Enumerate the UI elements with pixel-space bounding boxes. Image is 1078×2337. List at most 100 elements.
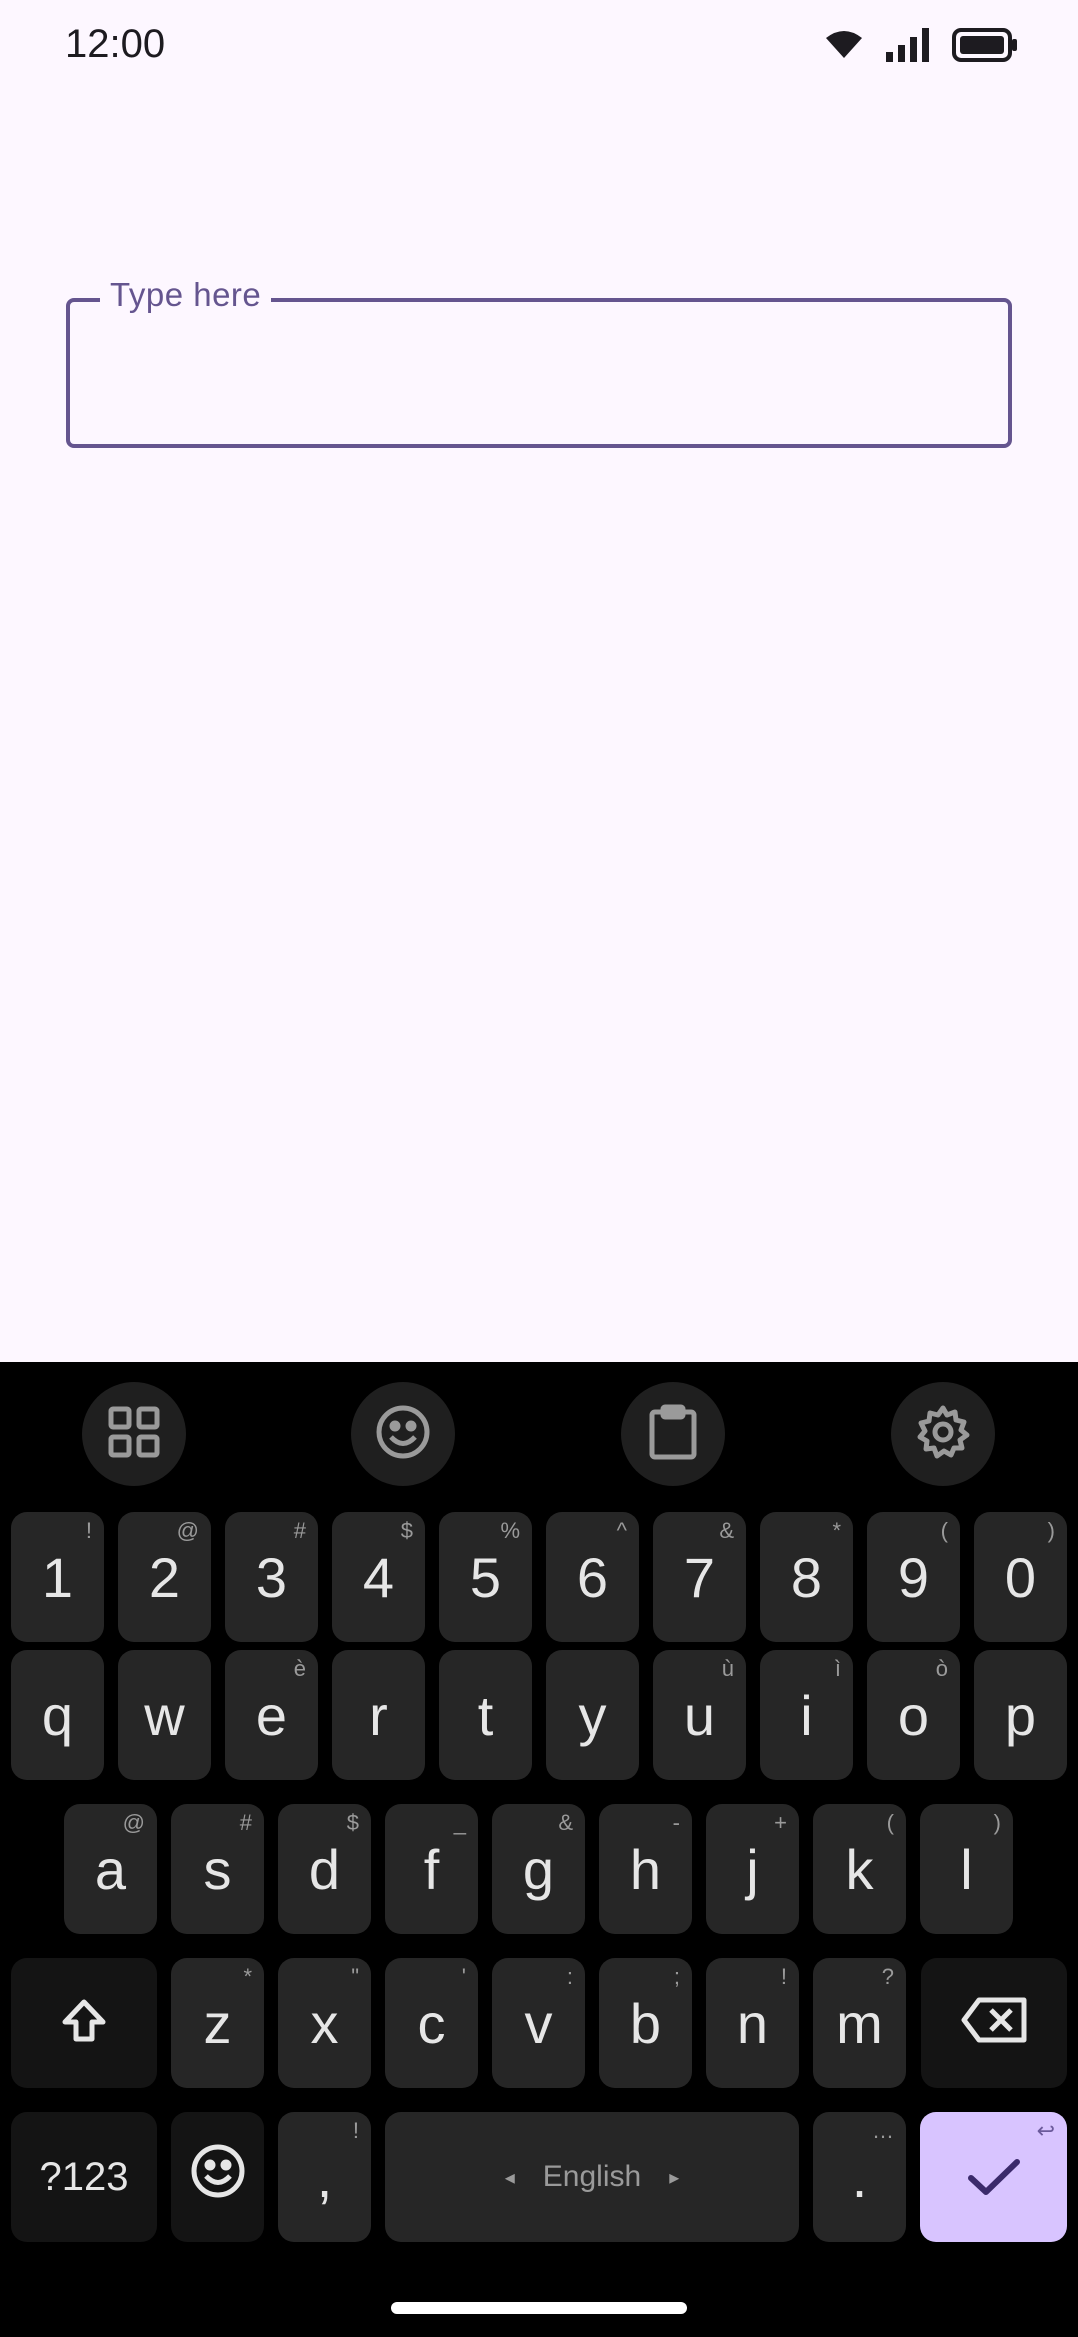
key-k[interactable]: k( [813, 1804, 906, 1934]
key-2[interactable]: 2 @ [118, 1512, 211, 1642]
key-v[interactable]: v: [492, 1958, 585, 2088]
apps-grid-button[interactable] [82, 1382, 186, 1486]
key-label: v [524, 1991, 553, 2055]
language-right-arrow-icon: ▸ [669, 2166, 680, 2189]
status-icons [824, 28, 1018, 67]
key-y[interactable]: y [546, 1650, 639, 1780]
home-indicator[interactable] [391, 2302, 687, 2314]
key-hint: ) [993, 1810, 1001, 1835]
key-4[interactable]: 4 $ [332, 1512, 425, 1642]
key-hint: $ [346, 1810, 359, 1835]
key-label: y [578, 1683, 607, 1747]
key-z[interactable]: z * [171, 1958, 264, 2088]
key-label: i [800, 1683, 813, 1747]
key-label: j [746, 1837, 759, 1901]
key-9[interactable]: 9( [867, 1512, 960, 1642]
key-label: 3 [255, 1545, 288, 1609]
symbols-key[interactable]: ?123 [11, 2112, 157, 2242]
key-hint: ì [834, 1656, 841, 1681]
key-label: o [897, 1683, 930, 1747]
key-5[interactable]: 5% [439, 1512, 532, 1642]
space-key[interactable]: ◂ English ▸ [385, 2112, 799, 2242]
key-hint: ! [85, 1518, 92, 1543]
key-hint: è [293, 1656, 306, 1681]
comma-key[interactable]: , ! [278, 2112, 371, 2242]
key-hint: ) [1047, 1518, 1055, 1543]
key-hint: @ [122, 1810, 145, 1835]
key-o[interactable]: oò [867, 1650, 960, 1780]
key-q[interactable]: q [11, 1650, 104, 1780]
key-g[interactable]: g & [492, 1804, 585, 1934]
key-hint: ù [721, 1656, 734, 1681]
key-f[interactable]: f _ [385, 1804, 478, 1934]
key-hint: ( [886, 1810, 894, 1835]
key-label: q [41, 1683, 74, 1747]
key-d[interactable]: d $ [278, 1804, 371, 1934]
text-input-field[interactable] [66, 298, 1012, 448]
key-hint: + [774, 1810, 787, 1835]
key-i[interactable]: iì [760, 1650, 853, 1780]
key-x[interactable]: x " [278, 1958, 371, 2088]
key-hint: * [832, 1518, 841, 1543]
key-h[interactable]: h- [599, 1804, 692, 1934]
key-label: u [683, 1683, 716, 1747]
emoji-icon [375, 1404, 431, 1465]
key-hint: ? [881, 1964, 894, 1989]
key-1[interactable]: 1! [11, 1512, 104, 1642]
key-hint: & [719, 1518, 734, 1543]
field-label: Type here [100, 276, 272, 314]
key-label: 5 [469, 1545, 502, 1609]
comma-label: , [316, 2145, 333, 2209]
key-hint: ò [935, 1656, 948, 1681]
emoji-button[interactable] [351, 1382, 455, 1486]
key-label: x [310, 1991, 339, 2055]
key-b[interactable]: b; [599, 1958, 692, 2088]
key-p[interactable]: p [974, 1650, 1067, 1780]
key-6[interactable]: 6 ^ [546, 1512, 639, 1642]
key-a[interactable]: a @ [64, 1804, 157, 1934]
key-s[interactable]: s # [171, 1804, 264, 1934]
cellular-signal-icon [886, 28, 930, 67]
key-hint: _ [453, 1810, 466, 1835]
key-0[interactable]: 0) [974, 1512, 1067, 1642]
language-left-arrow-icon: ◂ [504, 2166, 515, 2189]
key-label: f [423, 1837, 440, 1901]
backspace-icon [961, 1991, 1027, 2056]
key-u[interactable]: uù [653, 1650, 746, 1780]
period-hint: … [872, 2118, 894, 2143]
key-n[interactable]: n! [706, 1958, 799, 2088]
battery-icon [952, 28, 1018, 67]
clipboard-button[interactable] [621, 1382, 725, 1486]
period-key[interactable]: . … [813, 2112, 906, 2242]
key-label: 4 [362, 1545, 395, 1609]
backspace-key[interactable] [921, 1958, 1067, 2088]
key-hint: ! [780, 1964, 787, 1989]
key-r[interactable]: r [332, 1650, 425, 1780]
key-t[interactable]: t [439, 1650, 532, 1780]
key-hint: & [558, 1810, 573, 1835]
key-e[interactable]: eè [225, 1650, 318, 1780]
key-label: l [960, 1837, 973, 1901]
settings-button[interactable] [891, 1382, 995, 1486]
period-label: . [851, 2145, 868, 2209]
key-label: r [369, 1683, 388, 1747]
key-label: w [144, 1683, 185, 1747]
space-language-label: English [542, 2160, 642, 2193]
key-m[interactable]: m? [813, 1958, 906, 2088]
key-label: a [94, 1837, 127, 1901]
key-l[interactable]: l) [920, 1804, 1013, 1934]
shift-key[interactable] [11, 1958, 157, 2088]
key-label: b [629, 1991, 662, 2055]
key-label: s [203, 1837, 232, 1901]
done-key[interactable]: ↩ [920, 2112, 1067, 2242]
key-8[interactable]: 8 * [760, 1512, 853, 1642]
key-w[interactable]: w [118, 1650, 211, 1780]
key-j[interactable]: j + [706, 1804, 799, 1934]
status-bar: 12:00 [0, 0, 1078, 96]
key-7[interactable]: 7 & [653, 1512, 746, 1642]
key-3[interactable]: 3 # [225, 1512, 318, 1642]
key-c[interactable]: c ' [385, 1958, 478, 2088]
text-input[interactable] [70, 302, 1008, 444]
emoji-key[interactable] [171, 2112, 264, 2242]
on-screen-keyboard: 1! 2 @3 #4 $5% 6 ^ 7 & 8 * 9(0) qweèrtyuùiìoòp a @ s #… [0, 1362, 1078, 2337]
